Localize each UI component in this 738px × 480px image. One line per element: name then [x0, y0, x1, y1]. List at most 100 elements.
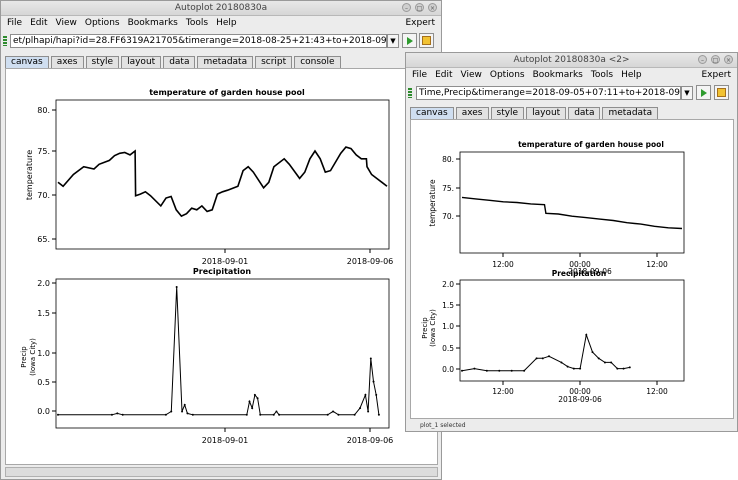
y-tick-label: 0.0	[37, 407, 50, 416]
close-icon[interactable]: ×	[428, 3, 437, 12]
plot-canvas[interactable]: temperature of garden house pool tempera…	[410, 119, 734, 419]
y-tick-label: 75.	[442, 184, 454, 193]
plot-frame-precipitation	[459, 279, 685, 382]
bookmark-button[interactable]	[419, 33, 434, 48]
tab-data[interactable]: data	[163, 56, 196, 68]
plot-frame-temperature	[55, 99, 390, 250]
close-icon[interactable]: ×	[724, 55, 733, 64]
menu-options[interactable]: Options	[81, 18, 124, 28]
y-tick-label: 0.5	[37, 378, 50, 387]
data-point	[256, 397, 259, 400]
data-point	[560, 361, 563, 364]
tab-script[interactable]: script	[255, 56, 293, 68]
menu-file[interactable]: File	[3, 18, 26, 28]
data-point	[377, 413, 380, 416]
window-title: Autoplot 20180830a	[174, 3, 268, 13]
x-ticks-precipitation: 12:00 00:00 12:00 2018-09-06	[492, 381, 668, 404]
data-point	[175, 285, 178, 288]
menu-bookmarks[interactable]: Bookmarks	[124, 18, 182, 28]
autoplot-second-window: Autoplot 20180830a <2> – □ × File Edit V…	[405, 52, 738, 432]
tab-console[interactable]: console	[294, 56, 341, 68]
tab-style[interactable]: style	[490, 107, 525, 119]
plot-title-temperature: temperature of garden house pool	[149, 88, 305, 97]
plot-title-temperature: temperature of garden house pool	[518, 140, 664, 149]
tab-canvas[interactable]: canvas	[5, 56, 49, 68]
data-point	[535, 357, 538, 360]
menu-view[interactable]: View	[457, 70, 486, 80]
menu-file[interactable]: File	[408, 70, 431, 80]
tab-style[interactable]: style	[85, 56, 120, 68]
x-tick-label: 12:00	[492, 387, 514, 396]
x-tick-label: 2018-09-06	[347, 436, 394, 445]
x-axis-date-label: 2018-09-06	[558, 395, 602, 404]
menu-expert[interactable]: Expert	[406, 16, 436, 30]
y-ticks-temperature: 80. 75. 70. 65.	[37, 106, 56, 244]
minimize-icon[interactable]: –	[698, 55, 707, 64]
data-point	[186, 412, 189, 415]
data-point	[616, 367, 619, 370]
window-titlebar[interactable]: Autoplot 20180830a <2> – □ ×	[406, 53, 737, 68]
menu-view[interactable]: View	[52, 18, 81, 28]
menu-help[interactable]: Help	[212, 18, 241, 28]
menu-help[interactable]: Help	[617, 70, 646, 80]
tab-layout[interactable]: layout	[121, 56, 162, 68]
play-button[interactable]	[402, 33, 417, 48]
tab-bar: canvas axes style layout data metadata	[410, 107, 659, 119]
series-temperature	[57, 146, 388, 218]
data-point	[337, 413, 340, 416]
minimize-icon[interactable]: –	[402, 3, 411, 12]
y-tick-label: 70.	[442, 212, 454, 221]
status-bar	[5, 467, 438, 477]
play-button[interactable]	[696, 85, 711, 100]
address-input[interactable]: et/plhapi/hapi?id=28.FF6319A21705&timera…	[10, 34, 387, 48]
bookmark-button[interactable]	[714, 85, 729, 100]
window-titlebar[interactable]: Autoplot 20180830a – □ ×	[1, 1, 441, 16]
data-point	[485, 369, 488, 372]
menu-edit[interactable]: Edit	[431, 70, 456, 80]
data-point	[181, 410, 184, 413]
tab-metadata[interactable]: metadata	[197, 56, 254, 68]
tab-metadata[interactable]: metadata	[602, 107, 659, 119]
maximize-icon[interactable]: □	[415, 3, 424, 12]
y-tick-label: 2.0	[442, 280, 454, 289]
data-point	[253, 393, 256, 396]
tab-axes[interactable]: axes	[50, 56, 84, 68]
data-point	[566, 365, 569, 368]
data-point	[597, 357, 600, 360]
maximize-icon[interactable]: □	[711, 55, 720, 64]
menu-edit[interactable]: Edit	[26, 18, 51, 28]
menu-tools[interactable]: Tools	[587, 70, 617, 80]
data-point	[259, 413, 262, 416]
chevron-down-icon[interactable]: ▼	[681, 86, 693, 100]
tab-canvas[interactable]: canvas	[410, 107, 454, 119]
plot-canvas[interactable]: temperature of garden house pool tempera…	[5, 68, 438, 465]
series-precipitation	[58, 286, 380, 416]
address-input[interactable]: Time,Precip&timerange=2018-09-05+07:11+t…	[416, 86, 681, 100]
tab-axes[interactable]: axes	[455, 107, 489, 119]
window-title: Autoplot 20180830a <2>	[513, 55, 630, 65]
data-point	[57, 413, 59, 416]
menu-tools[interactable]: Tools	[182, 18, 212, 28]
chevron-down-icon[interactable]: ▼	[387, 34, 399, 48]
menu-bookmarks[interactable]: Bookmarks	[529, 70, 587, 80]
data-point	[603, 361, 606, 364]
tab-data[interactable]: data	[568, 107, 601, 119]
tab-layout[interactable]: layout	[526, 107, 567, 119]
menu-expert[interactable]: Expert	[702, 68, 732, 82]
data-point	[326, 413, 329, 416]
data-point	[498, 369, 501, 372]
menu-options[interactable]: Options	[486, 70, 529, 80]
menu-bar: File Edit View Options Bookmarks Tools H…	[1, 16, 441, 30]
data-point	[375, 393, 378, 396]
x-tick-label: 12:00	[492, 260, 514, 269]
data-point	[572, 367, 575, 370]
data-point	[121, 413, 124, 416]
status-text: plot_1 selected	[420, 422, 466, 429]
plot-frame-precipitation	[55, 278, 390, 429]
data-point	[523, 369, 526, 372]
plot-frame-temperature	[459, 151, 685, 254]
y-axis-label-location: (Iowa City)	[429, 309, 437, 347]
x-ticks-temperature: 2018-09-01 2018-09-06	[202, 249, 393, 266]
bookmark-icon	[717, 88, 726, 97]
canvas-svg: temperature of garden house pool tempera…	[421, 140, 685, 404]
